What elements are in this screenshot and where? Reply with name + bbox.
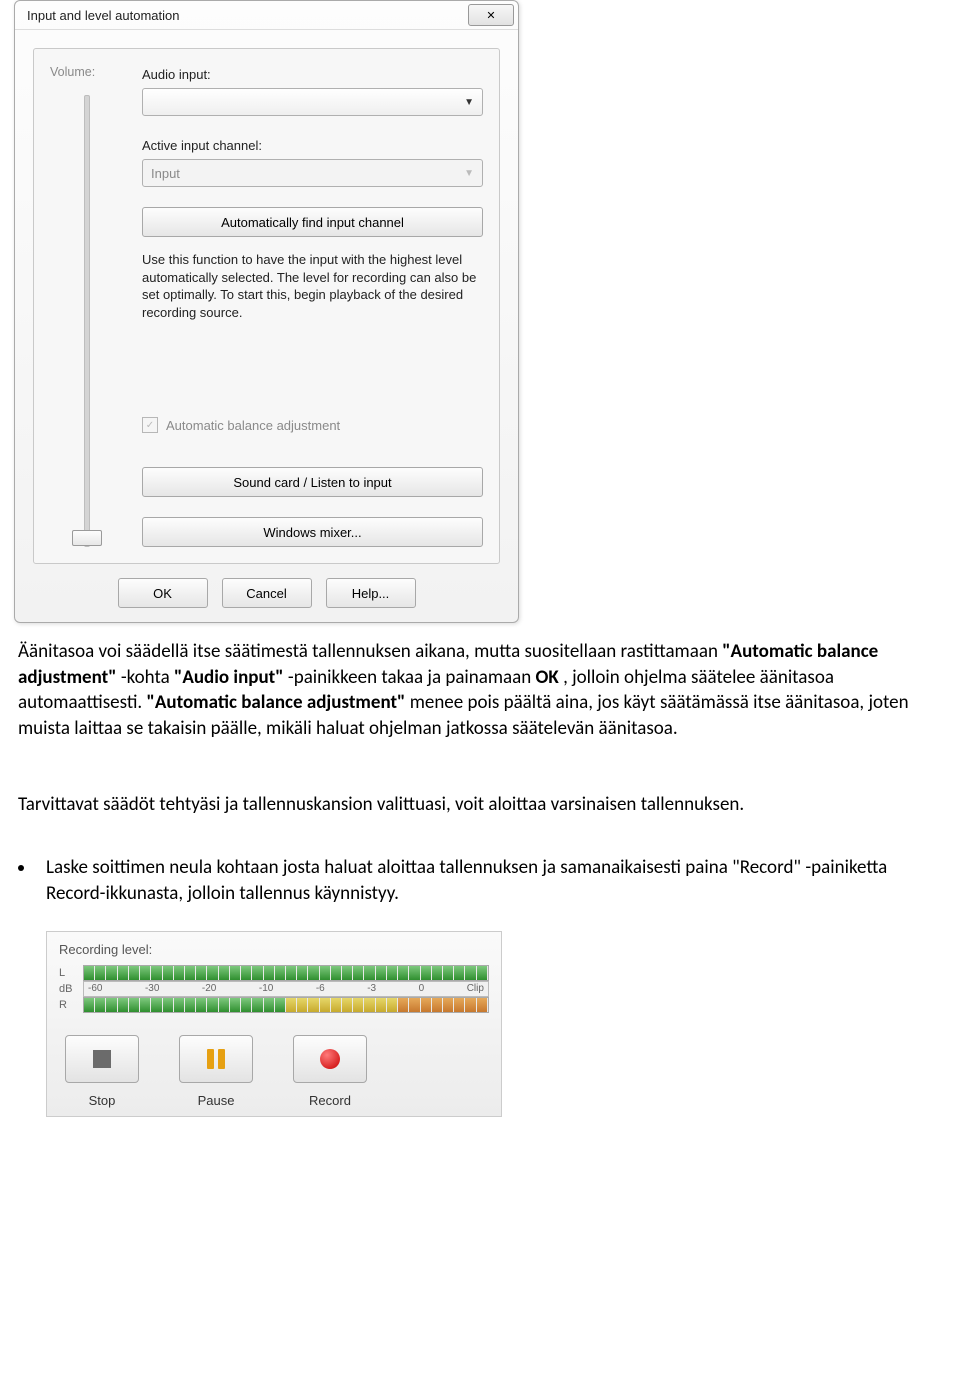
right-column: Audio input: ▼ Active input channel: Inp…	[142, 65, 483, 547]
doc-paragraph-2: Tarvittavat säädöt tehtyäsi ja tallennus…	[18, 792, 930, 818]
meter-row-right: R	[59, 997, 489, 1013]
record-button[interactable]	[293, 1035, 367, 1083]
channel-r-label: R	[59, 999, 77, 1011]
settings-panel: Volume: Audio input: ▼ Active input chan…	[33, 48, 500, 564]
auto-find-channel-button[interactable]: Automatically find input channel	[142, 207, 483, 237]
pause-icon	[207, 1049, 225, 1069]
volume-slider-thumb[interactable]	[72, 530, 102, 546]
close-icon: ✕	[486, 9, 495, 22]
bullet-icon	[18, 865, 24, 871]
db-scale-row: dB -60-30-20-10-6-30Clip	[59, 981, 489, 997]
stop-label: Stop	[89, 1093, 116, 1108]
ok-button[interactable]: OK	[118, 578, 208, 608]
record-icon	[320, 1049, 340, 1069]
volume-column: Volume:	[50, 65, 124, 547]
recording-level-title: Recording level:	[59, 942, 489, 957]
help-text: Use this function to have the input with…	[142, 251, 483, 321]
meter-row-left: L	[59, 965, 489, 981]
meter-left	[83, 965, 489, 981]
auto-balance-row: ✓ Automatic balance adjustment	[142, 417, 483, 433]
dialog-action-row: OK Cancel Help...	[33, 578, 500, 608]
doc-bullet-1: Laske soittimen neula kohtaan josta halu…	[18, 855, 930, 906]
dialog-title: Input and level automation	[27, 8, 180, 23]
cancel-button[interactable]: Cancel	[222, 578, 312, 608]
volume-label: Volume:	[50, 65, 95, 79]
doc-paragraph-1: Äänitasoa voi säädellä itse säätimestä t…	[18, 639, 930, 742]
titlebar: Input and level automation ✕	[15, 1, 518, 30]
input-level-dialog: Input and level automation ✕ Volume: Aud…	[14, 0, 519, 623]
record-label: Record	[309, 1093, 351, 1108]
dialog-body: Volume: Audio input: ▼ Active input chan…	[15, 30, 518, 622]
audio-input-label: Audio input:	[142, 67, 483, 82]
chevron-down-icon: ▼	[464, 97, 474, 108]
meter-right	[83, 997, 489, 1013]
db-scale: -60-30-20-10-6-30Clip	[83, 981, 489, 997]
chevron-down-icon: ▼	[464, 168, 474, 179]
volume-slider[interactable]	[84, 95, 90, 547]
pause-button[interactable]	[179, 1035, 253, 1083]
db-label: dB	[59, 983, 77, 995]
windows-mixer-button[interactable]: Windows mixer...	[142, 517, 483, 547]
auto-balance-checkbox: ✓	[142, 417, 158, 433]
active-channel-combo: Input ▼	[142, 159, 483, 187]
pause-label: Pause	[198, 1093, 235, 1108]
close-button[interactable]: ✕	[468, 4, 514, 26]
channel-l-label: L	[59, 967, 77, 979]
recording-level-panel: Recording level: L dB -60-30-20-10-6-30C…	[46, 931, 502, 1117]
auto-balance-label: Automatic balance adjustment	[166, 418, 340, 433]
audio-input-combo[interactable]: ▼	[142, 88, 483, 116]
stop-button[interactable]	[65, 1035, 139, 1083]
help-button[interactable]: Help...	[326, 578, 416, 608]
active-channel-value: Input	[151, 166, 464, 181]
active-channel-label: Active input channel:	[142, 138, 483, 153]
soundcard-button[interactable]: Sound card / Listen to input	[142, 467, 483, 497]
meter-block: L dB -60-30-20-10-6-30Clip R	[59, 965, 489, 1013]
stop-icon	[93, 1050, 111, 1068]
transport-controls: Stop Pause Record	[65, 1035, 489, 1108]
